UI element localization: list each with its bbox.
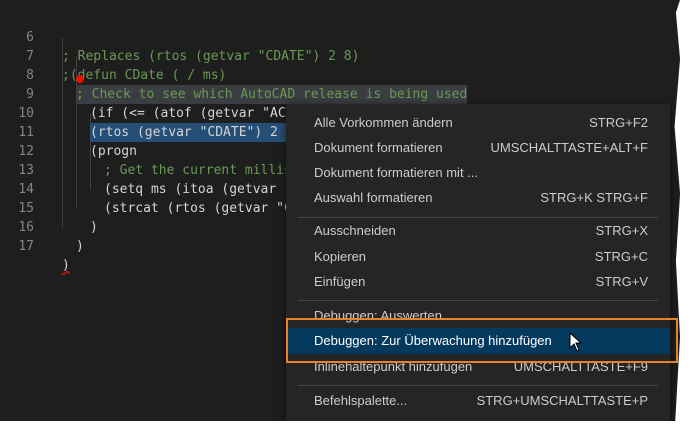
menu-item-label: Einfügen [314,274,366,289]
menu-separator [298,385,658,386]
line-text: ) [62,258,70,273]
menu-item-shortcut: UMSCHALTTASTE+ALT+F [490,140,648,155]
menu-item-label: Befehlspalette... [314,393,408,408]
line-text: (setq ms (itoa (getvar " [104,182,292,197]
menu-item-shortcut: STRG+F2 [589,115,648,130]
menu-item-shortcut: STRG+UMSCHALTTASTE+P [476,393,648,408]
menu-item-shortcut: STRG+K STRG+F [540,190,648,205]
menu-item-format-document-with[interactable]: Dokument formatieren mit ... [286,160,670,186]
line-text: (strcat (rtos (getvar "C [104,201,292,216]
code-line: 11 (progn [0,104,137,159]
mouse-pointer-icon [569,332,583,352]
code-line: 10 (rtos (getvar "CDATE") 2 8) [0,85,302,142]
code-line: 9 (if (<= (atof (getvar "ACADVER")) 45.0… [0,66,395,121]
menu-item-shortcut: STRG+V [595,274,648,289]
menu-item-cut[interactable]: Ausschneiden STRG+X [286,218,670,244]
annotation-highlight-box [286,318,678,363]
context-menu: Alle Vorkommen ändern STRG+F2 Dokument f… [286,104,670,421]
menu-separator [298,300,658,301]
code-line: 13 (setq ms (itoa (getvar " [0,142,292,197]
menu-item-label: Ausschneiden [314,223,396,238]
menu-item-label: Alle Vorkommen ändern [314,115,453,130]
menu-item-label: Auswahl formatieren [314,190,433,205]
menu-item-label: Kopieren [314,249,367,264]
line-number: 17 [18,239,34,254]
line-text: ; Get the current millis [104,163,292,178]
code-line: 7 ;(defun CDate ( / ms) [0,28,226,83]
selected-text: (rtos (getvar "CDATE") 2 8) [90,123,302,142]
menu-item-label: Dokument formatieren mit ... [314,165,478,180]
menu-item-label: Dokument formatieren [314,140,443,155]
line-text: ; Replaces (rtos (getvar "CDATE") 2 8) [62,49,360,64]
menu-item-copy[interactable]: Kopieren STRG+C [286,244,670,270]
menu-item-change-all-occurrences[interactable]: Alle Vorkommen ändern STRG+F2 [286,110,670,136]
menu-item-format-document[interactable]: Dokument formatieren UMSCHALTTASTE+ALT+F [286,135,670,161]
menu-item-shortcut: STRG+X [595,223,648,238]
line-text: ) [90,220,98,235]
code-line: 17 ) [0,218,69,273]
code-line: 16 ) [0,199,83,254]
code-line: 6 ; Replaces (rtos (getvar "CDATE") 2 8) [0,9,359,64]
line-text: (progn [90,144,137,159]
screenshot-frame: 6 ; Replaces (rtos (getvar "CDATE") 2 8)… [0,0,680,421]
menu-item-shortcut: STRG+C [594,249,648,264]
line-text: ;(defun CDate ( / ms) [62,68,227,83]
code-line: 12 ; Get the current millis [0,123,292,178]
menu-item-paste[interactable]: Einfügen STRG+V [286,269,670,295]
breakpoint-icon[interactable] [76,75,84,83]
menu-item-format-selection[interactable]: Auswahl formatieren STRG+K STRG+F [286,185,670,211]
code-line: 15 ) [0,180,97,235]
line-text: ; Check to see which AutoCAD release is … [76,85,468,104]
line-text: ) [76,239,84,254]
menu-item-command-palette[interactable]: Befehlspalette... STRG+UMSCHALTTASTE+P [286,388,670,414]
code-line: 14 (strcat (rtos (getvar "C [0,161,292,216]
code-line: 8 ; Check to see which AutoCAD release i… [0,47,468,104]
